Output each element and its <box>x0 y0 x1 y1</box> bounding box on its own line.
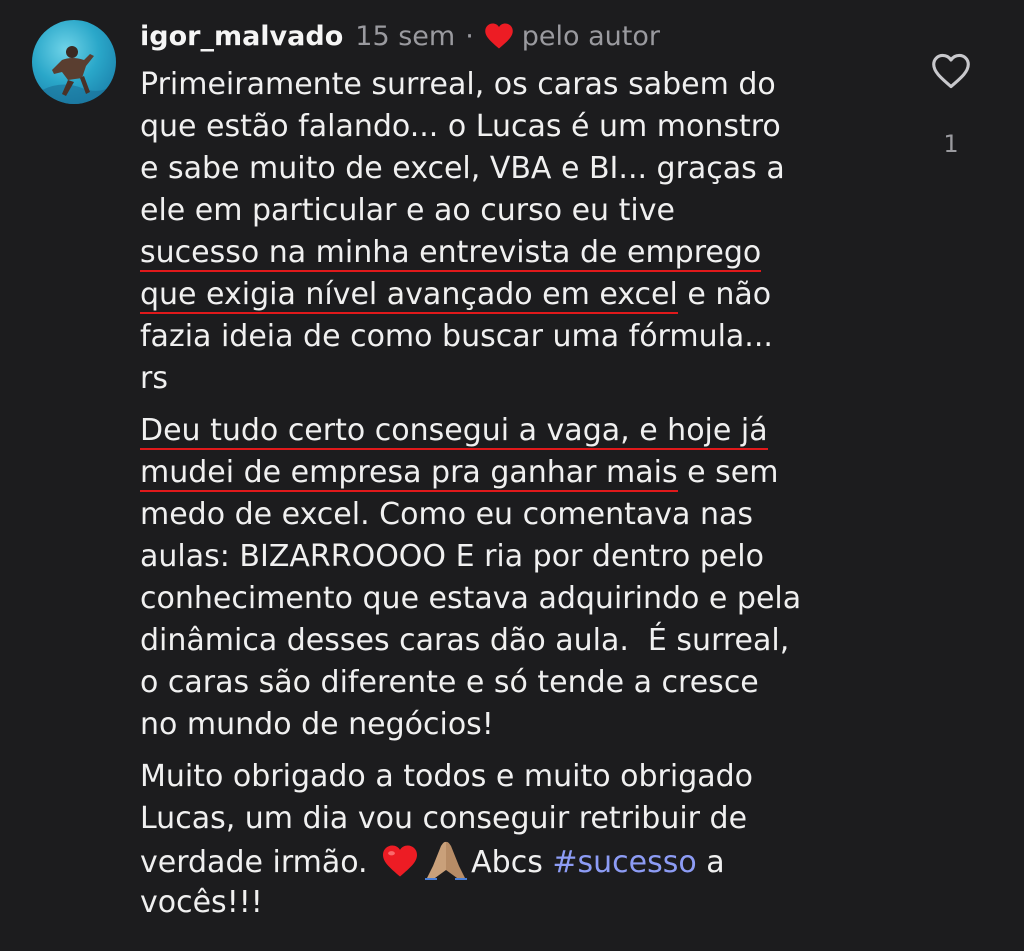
underlined-text: Deu tudo certo consegui a vaga, e hoje j… <box>140 413 768 450</box>
like-section: 1 <box>926 52 976 158</box>
red-heart-icon <box>484 22 514 50</box>
comment-line: Deu tudo certo consegui a vaga, e hoje j… <box>140 410 880 452</box>
comment-line: vocês!!! <box>140 885 263 920</box>
comment-line: aulas: BIZARROOOO E ria por dentro pelo <box>140 539 764 574</box>
comment-line: ele em particular e ao curso eu tive <box>140 193 675 228</box>
avatar-image <box>32 46 116 104</box>
line-text: verdade irmão. <box>140 845 378 880</box>
line-text: e sem <box>677 455 779 490</box>
line-text: e não <box>677 277 772 312</box>
underlined-text: sucesso na minha entrevista de emprego <box>140 235 762 272</box>
separator-dot: · <box>465 20 474 52</box>
comment-line: Muito obrigado a todos e muito obrigado <box>140 759 754 794</box>
comment-line: dinâmica desses caras dão aula. É surrea… <box>140 623 790 658</box>
comment-line: e sabe muito de excel, VBA e BI... graça… <box>140 151 785 186</box>
like-count: 1 <box>943 130 959 158</box>
comment-line: mudei de empresa pra ganhar mais e sem <box>140 452 880 494</box>
comment: igor_malvado 15 sem · pelo autor Primeir… <box>0 0 1024 951</box>
comment-text: Primeiramente surreal, os caras sabem do… <box>140 64 880 924</box>
avatar[interactable] <box>32 20 116 104</box>
comment-header: igor_malvado 15 sem · pelo autor <box>140 16 660 56</box>
underlined-text: mudei de empresa pra ganhar mais <box>140 455 678 492</box>
comment-line: que exigia nível avançado em excel e não <box>140 274 880 316</box>
folded-hands-emoji-icon <box>423 840 469 880</box>
comment-line: que estão falando... o Lucas é um monstr… <box>140 109 781 144</box>
hashtag-link[interactable]: #sucesso <box>552 845 696 880</box>
red-heart-emoji-icon <box>381 844 419 878</box>
liked-by-author-label: pelo autor <box>521 20 660 52</box>
comment-line: rs <box>140 361 168 396</box>
comment-line: conhecimento que estava adquirindo e pel… <box>140 581 802 616</box>
heart-outline-icon[interactable] <box>926 52 976 90</box>
timestamp: 15 sem <box>355 20 456 52</box>
comment-line: medo de excel. Como eu comentava nas <box>140 497 753 532</box>
comment-line: Primeiramente surreal, os caras sabem do <box>140 67 776 102</box>
line-text: Abcs <box>471 845 553 880</box>
username[interactable]: igor_malvado <box>140 21 343 52</box>
comment-line: sucesso na minha entrevista de emprego <box>140 232 880 274</box>
line-text: a <box>696 845 725 880</box>
underlined-text: que exigia nível avançado em excel <box>140 277 678 314</box>
comment-line: verdade irmão. Abcs #sucesso a <box>140 840 880 882</box>
comment-line: o caras são diferente e só tende a cresc… <box>140 665 759 700</box>
comment-line: no mundo de negócios! <box>140 707 494 742</box>
comment-line: fazia ideia de como buscar uma fórmula..… <box>140 319 773 354</box>
comment-line: Lucas, um dia vou conseguir retribuir de <box>140 801 748 836</box>
